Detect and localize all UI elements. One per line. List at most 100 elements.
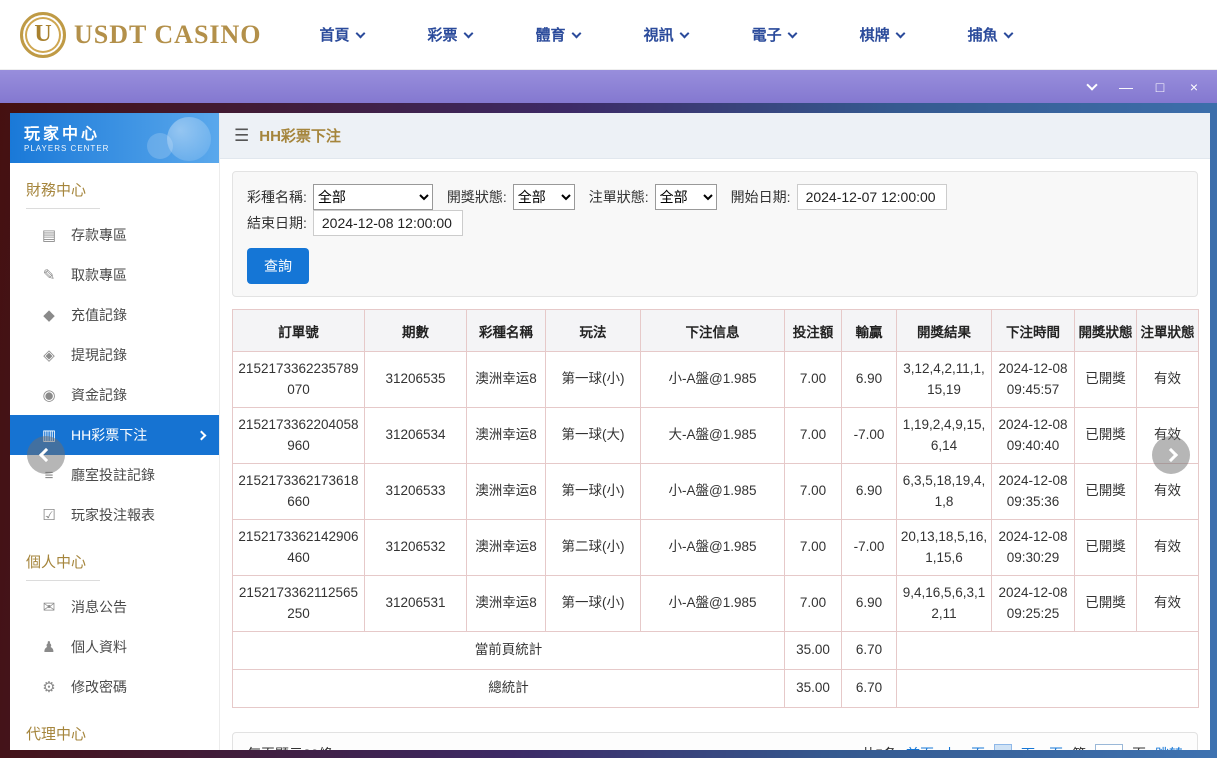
nav-item-label: 電子 bbox=[752, 24, 782, 45]
sidebar-item-label: 取款專區 bbox=[71, 265, 127, 285]
sidebar-item-label: 資金記錄 bbox=[71, 385, 127, 405]
start-date-input[interactable] bbox=[797, 184, 947, 210]
current-page[interactable]: 1 bbox=[994, 744, 1012, 750]
cell-play: 第一球(小) bbox=[546, 464, 641, 520]
sidebar-header: 玩家中心 PLAYERS CENTER bbox=[10, 113, 219, 163]
cell-period: 31206531 bbox=[365, 576, 467, 632]
sidebar-item-label: 存款專區 bbox=[71, 225, 127, 245]
jump-label-suffix: 页 bbox=[1132, 744, 1146, 750]
end-date-input[interactable] bbox=[313, 210, 463, 236]
bet-status-filter: 注單狀態: 全部 bbox=[589, 184, 717, 210]
column-header: 開獎結果 bbox=[897, 310, 992, 352]
bets-table-wrap: 訂單號期數彩種名稱玩法下注信息投注額輸贏開獎結果下注時間開獎狀態注單狀態 215… bbox=[232, 309, 1198, 708]
nav-item-7[interactable]: 捕魚 bbox=[968, 24, 1012, 45]
app-panel: 玩家中心 PLAYERS CENTER 財務中心▤存款專區✎取款專區◆充值記錄◈… bbox=[10, 113, 1210, 750]
cell-bet_status: 有效 bbox=[1137, 576, 1199, 632]
menu-icon[interactable]: ☰ bbox=[234, 126, 249, 146]
logo-letter: U bbox=[34, 21, 51, 48]
draw-status-select[interactable]: 全部 bbox=[513, 184, 575, 210]
chevron-down-icon bbox=[571, 28, 581, 38]
cell-win_loss: 6.90 bbox=[842, 464, 897, 520]
table-row: 215217336214290646031206532澳洲幸运8第二球(小)小-… bbox=[233, 520, 1199, 576]
nav-item-label: 首頁 bbox=[320, 24, 350, 45]
cell-amount: 7.00 bbox=[785, 520, 842, 576]
nav-item-2[interactable]: 彩票 bbox=[428, 24, 472, 45]
sidebar-item-withdrawal-record[interactable]: ◈提現記錄 bbox=[10, 335, 219, 375]
chevron-down-icon bbox=[1086, 79, 1097, 90]
lottery-name-select[interactable]: 全部 bbox=[313, 184, 433, 210]
funds-record-icon: ◉ bbox=[40, 386, 58, 404]
sidebar-item-withdraw-zone[interactable]: ✎取款專區 bbox=[10, 255, 219, 295]
first-page-link[interactable]: 首页 bbox=[906, 744, 934, 750]
sidebar-item-funds-record[interactable]: ◉ 資金記錄 bbox=[10, 375, 219, 415]
jump-button[interactable]: 跳转 bbox=[1155, 744, 1183, 750]
column-header: 投注額 bbox=[785, 310, 842, 352]
app-frame: 玩家中心 PLAYERS CENTER 財務中心▤存款專區✎取款專區◆充值記錄◈… bbox=[0, 103, 1217, 758]
sidebar-section-title: 個人中心 bbox=[10, 535, 219, 587]
sidebar-item-label: 修改密碼 bbox=[71, 677, 127, 697]
chevron-down-icon bbox=[787, 28, 797, 38]
cell-win_loss: 6.90 bbox=[842, 576, 897, 632]
change-password-icon: ⚙ bbox=[40, 678, 58, 696]
cell-win_loss: -7.00 bbox=[842, 520, 897, 576]
sidebar-item-deposit-zone[interactable]: ▤存款專區 bbox=[10, 215, 219, 255]
prev-page-link[interactable]: 上一页 bbox=[943, 744, 985, 750]
player-bet-report-icon: ☑ bbox=[40, 506, 58, 524]
search-button[interactable]: 查詢 bbox=[247, 248, 309, 284]
minimize-button[interactable]: — bbox=[1119, 80, 1133, 94]
cell-bet_status: 有效 bbox=[1137, 520, 1199, 576]
logo-icon: U bbox=[20, 12, 66, 58]
cell-draw_status: 已開獎 bbox=[1075, 408, 1137, 464]
cell-time: 2024-12-08 09:30:29 bbox=[992, 520, 1075, 576]
sidebar-item-player-bet-report[interactable]: ☑玩家投注報表 bbox=[10, 495, 219, 535]
carousel-right-arrow[interactable] bbox=[1152, 436, 1190, 474]
nav-item-1[interactable]: 首頁 bbox=[320, 24, 364, 45]
summary-winloss: 6.70 bbox=[842, 632, 897, 670]
window-titlebar: — □ × bbox=[0, 70, 1217, 103]
cell-bet_info: 小-A盤@1.985 bbox=[641, 576, 785, 632]
cell-period: 31206532 bbox=[365, 520, 467, 576]
next-page-link[interactable]: 下一页 bbox=[1021, 744, 1063, 750]
sidebar-item-profile[interactable]: ♟個人資料 bbox=[10, 627, 219, 667]
column-header: 注單狀態 bbox=[1137, 310, 1199, 352]
sidebar-subtitle: PLAYERS CENTER bbox=[24, 144, 205, 153]
sidebar-item-change-password[interactable]: ⚙ 修改密碼 bbox=[10, 667, 219, 707]
start-date-label: 開始日期: bbox=[731, 187, 791, 207]
logo[interactable]: U USDT CASINO bbox=[20, 12, 262, 58]
cell-win_loss: -7.00 bbox=[842, 408, 897, 464]
sidebar-item-recharge-record[interactable]: ◆充值記錄 bbox=[10, 295, 219, 335]
cell-amount: 7.00 bbox=[785, 408, 842, 464]
cell-play: 第二球(小) bbox=[546, 520, 641, 576]
nav-item-5[interactable]: 電子 bbox=[752, 24, 796, 45]
cell-amount: 7.00 bbox=[785, 352, 842, 408]
cell-lottery: 澳洲幸运8 bbox=[467, 352, 546, 408]
collapse-button[interactable] bbox=[1085, 84, 1099, 89]
cell-play: 第一球(小) bbox=[546, 352, 641, 408]
maximize-button[interactable]: □ bbox=[1153, 80, 1167, 94]
chevron-left-icon bbox=[39, 448, 53, 462]
cell-result: 3,12,4,2,11,1,15,19 bbox=[897, 352, 992, 408]
table-row: 215217336217361866031206533澳洲幸运8第一球(小)小-… bbox=[233, 464, 1199, 520]
cell-time: 2024-12-08 09:35:36 bbox=[992, 464, 1075, 520]
nav-item-6[interactable]: 棋牌 bbox=[860, 24, 904, 45]
total-count: 共5条 bbox=[861, 744, 897, 750]
carousel-left-arrow[interactable] bbox=[27, 436, 65, 474]
nav-item-label: 捕魚 bbox=[968, 24, 998, 45]
nav-item-3[interactable]: 體育 bbox=[536, 24, 580, 45]
page-jump-input[interactable] bbox=[1095, 744, 1123, 751]
pagination-controls: 共5条 首页 上一页 1 下一页 第 页 跳转 bbox=[861, 744, 1183, 751]
chevron-down-icon bbox=[463, 28, 473, 38]
cell-draw_status: 已開獎 bbox=[1075, 576, 1137, 632]
cell-time: 2024-12-08 09:25:25 bbox=[992, 576, 1075, 632]
nav-item-label: 棋牌 bbox=[860, 24, 890, 45]
page-header: ☰ HH彩票下注 bbox=[220, 113, 1210, 159]
bet-status-select[interactable]: 全部 bbox=[655, 184, 717, 210]
nav-item-4[interactable]: 視訊 bbox=[644, 24, 688, 45]
chevron-down-icon bbox=[355, 28, 365, 38]
sidebar-section-title: 財務中心 bbox=[10, 163, 219, 215]
summary-amount: 35.00 bbox=[785, 670, 842, 708]
cell-result: 20,13,18,5,16,1,15,6 bbox=[897, 520, 992, 576]
recharge-record-icon: ◆ bbox=[40, 306, 58, 324]
sidebar-item-announcements[interactable]: ✉消息公告 bbox=[10, 587, 219, 627]
close-button[interactable]: × bbox=[1187, 80, 1201, 94]
